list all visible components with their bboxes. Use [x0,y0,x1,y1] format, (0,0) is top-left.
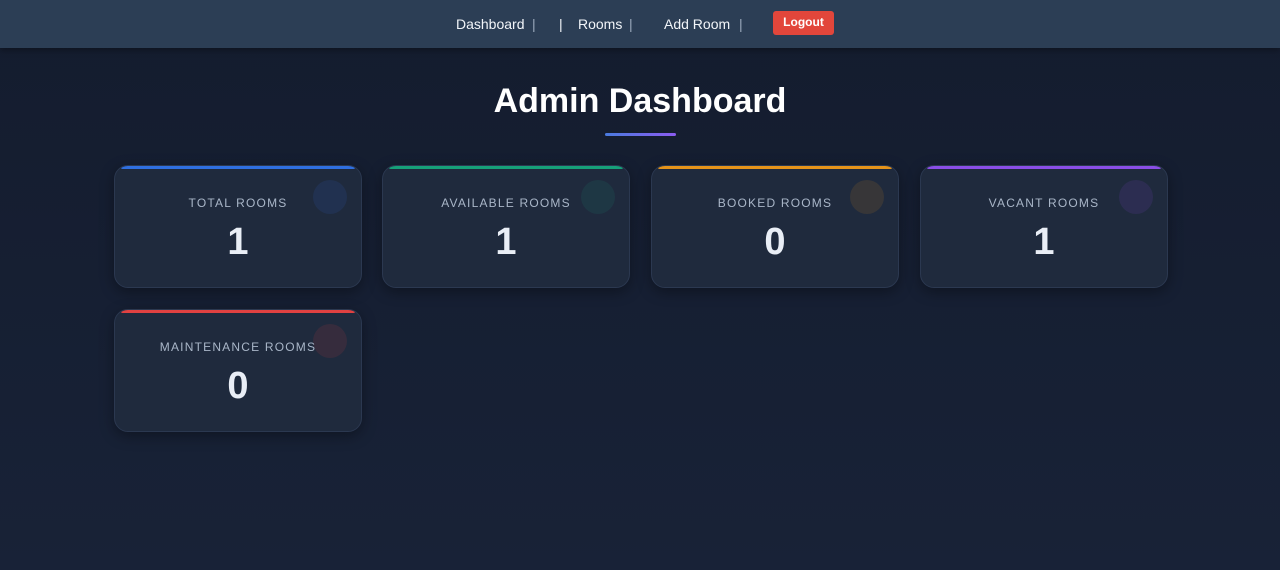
nav-link-add-room[interactable]: Add Room [664,16,730,32]
card-accent-bar [389,166,623,169]
stat-card-available-rooms: AVAILABLE ROOMS 1 [382,165,630,288]
nav-separator: | [629,16,633,32]
card-accent-bar [658,166,892,169]
stat-card-maintenance-rooms: MAINTENANCE ROOMS 0 [114,309,362,432]
logout-button[interactable]: Logout [773,11,834,35]
stat-value: 1 [495,221,517,263]
stat-value: 0 [227,365,249,407]
stat-label: TOTAL ROOMS [188,196,288,210]
nav-separator: | [532,16,536,32]
page-title: Admin Dashboard [493,82,787,120]
nav-separator: | [559,16,563,32]
stat-card-total-rooms: TOTAL ROOMS 1 [114,165,362,288]
card-accent-bar [927,166,1161,169]
stat-label: AVAILABLE ROOMS [441,196,571,210]
nav-link-rooms[interactable]: Rooms [578,16,622,32]
stat-card-vacant-rooms: VACANT ROOMS 1 [920,165,1168,288]
stat-value: 1 [1033,221,1055,263]
stat-card-booked-rooms: BOOKED ROOMS 0 [651,165,899,288]
card-accent-bar [121,310,355,313]
nav-link-dashboard[interactable]: Dashboard [456,16,525,32]
stat-label: BOOKED ROOMS [717,196,833,210]
card-accent-bar [121,166,355,169]
nav-separator: | [739,16,743,32]
title-underline [605,133,676,136]
stat-label: MAINTENANCE ROOMS [159,340,317,354]
stat-value: 1 [227,221,249,263]
top-navbar: Dashboard | | Rooms | Add Room | Logout [0,0,1280,48]
stat-value: 0 [764,221,786,263]
stat-label: VACANT ROOMS [988,196,1100,210]
